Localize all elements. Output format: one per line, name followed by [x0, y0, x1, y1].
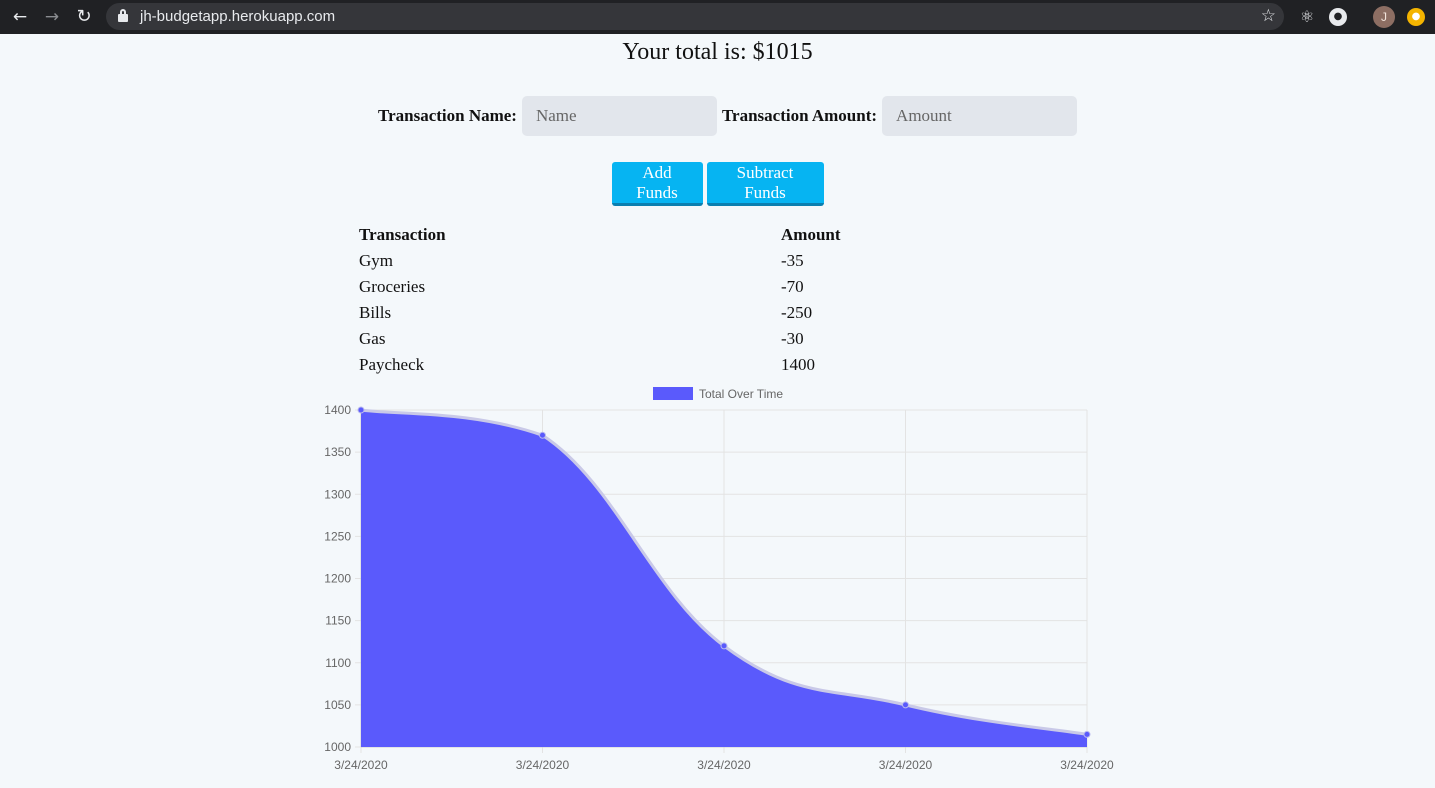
- x-tick-label: 3/24/2020: [697, 758, 751, 772]
- table-row: Gas -30: [355, 326, 877, 352]
- extension-icon[interactable]: ●: [1407, 8, 1425, 26]
- transaction-name-cell: Groceries: [359, 277, 426, 296]
- transaction-name-cell: Paycheck: [359, 355, 425, 374]
- data-point: [720, 642, 728, 650]
- y-tick-label: 1250: [324, 529, 351, 543]
- y-tick-label: 1150: [325, 614, 351, 628]
- legend-swatch: [653, 387, 693, 400]
- column-header-transaction: Transaction: [359, 225, 446, 244]
- total-over-time-chart: Total Over Time 1000 1050 1100 1150 1200 1250…: [324, 387, 1114, 772]
- url-text[interactable]: jh-budgetapp.herokuapp.com: [140, 3, 335, 30]
- data-point: [1083, 730, 1091, 738]
- subtract-funds-button[interactable]: Subtract Funds: [706, 162, 824, 206]
- transaction-amount-cell: -70: [781, 277, 804, 296]
- lock-icon: [118, 9, 128, 23]
- y-tick-label: 1350: [324, 445, 351, 459]
- reload-icon[interactable]: ↻: [72, 5, 96, 29]
- transaction-amount-cell: -30: [781, 329, 804, 348]
- table-row: Bills -250: [355, 300, 877, 326]
- data-point: [902, 701, 909, 709]
- react-devtools-icon[interactable]: ⚛: [1297, 7, 1317, 27]
- total-heading: Your total is: $1015: [622, 39, 813, 65]
- extension-icon[interactable]: ●: [1329, 8, 1347, 26]
- data-point: [357, 406, 365, 414]
- transaction-name-input[interactable]: [521, 96, 717, 136]
- transaction-amount-cell: -35: [781, 251, 804, 270]
- x-tick-label: 3/24/2020: [1060, 758, 1114, 772]
- table-row: Gym -35: [355, 248, 877, 274]
- y-tick-label: 1400: [324, 403, 351, 417]
- table-row: Groceries -70: [355, 274, 877, 300]
- table-header-row: Transaction Amount: [355, 222, 877, 248]
- transaction-form: Transaction Name: Transaction Amount:: [378, 96, 1078, 136]
- x-tick-label: 3/24/2020: [879, 758, 933, 772]
- forward-arrow-icon[interactable]: →: [40, 5, 64, 29]
- back-arrow-icon[interactable]: ←: [8, 5, 32, 29]
- y-axis-ticks: 1000 1050 1100 1150 1200 1250 1300 1350 1400: [324, 403, 351, 754]
- transaction-amount-label: Transaction Amount:: [721, 106, 878, 125]
- transaction-name-label: Transaction Name:: [378, 106, 517, 125]
- transaction-name-cell: Bills: [359, 303, 392, 322]
- address-bar[interactable]: jh-budgetapp.herokuapp.com ☆: [106, 3, 1284, 30]
- x-tick-label: 3/24/2020: [334, 758, 388, 772]
- browser-toolbar: ← → ↻ jh-budgetapp.herokuapp.com ☆ ⚛ ● J…: [0, 0, 1435, 34]
- data-point: [539, 431, 546, 439]
- y-tick-label: 1050: [324, 698, 351, 712]
- y-tick-label: 1200: [324, 572, 351, 586]
- transaction-name-cell: Gym: [359, 251, 393, 270]
- transaction-name-cell: Gas: [359, 329, 386, 348]
- chart-legend: Total Over Time: [653, 387, 783, 401]
- y-tick-label: 1100: [325, 656, 351, 670]
- table-row: Paycheck 1400: [355, 352, 877, 378]
- add-funds-button[interactable]: Add Funds: [611, 162, 703, 206]
- transaction-amount-input[interactable]: [882, 96, 1078, 136]
- bookmark-star-icon[interactable]: ☆: [1261, 3, 1276, 30]
- button-row: Add Funds Subtract Funds: [0, 162, 1435, 206]
- transaction-amount-cell: -250: [781, 303, 813, 322]
- profile-avatar[interactable]: J: [1373, 6, 1395, 28]
- x-axis-ticks: 3/24/2020 3/24/2020 3/24/2020 3/24/2020 3/24…: [334, 758, 1114, 772]
- legend-label: Total Over Time: [699, 387, 783, 401]
- transaction-amount-cell: 1400: [781, 355, 815, 374]
- transactions-table: Transaction Amount Gym -35 Groceries -70…: [355, 222, 877, 378]
- column-header-amount: Amount: [781, 225, 841, 244]
- y-tick-label: 1300: [324, 487, 351, 501]
- x-tick-label: 3/24/2020: [516, 758, 570, 772]
- y-tick-label: 1000: [324, 740, 351, 754]
